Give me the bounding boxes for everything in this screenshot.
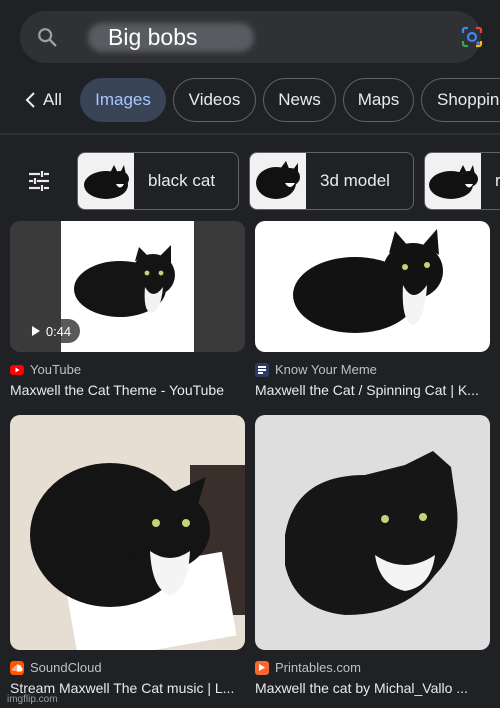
cat-image	[30, 463, 245, 650]
chip-label: black cat	[148, 171, 216, 190]
result-title[interactable]: Maxwell the Cat Theme - YouTube	[10, 382, 224, 398]
chip-thumbnail	[425, 153, 481, 209]
result-source[interactable]: YouTube	[10, 362, 81, 377]
tab-label: Maps	[357, 90, 400, 109]
chip-black-cat[interactable]: black cat	[77, 152, 239, 210]
tab-shopping[interactable]: Shoppin	[421, 78, 500, 122]
result-title[interactable]: Maxwell the cat by Michal_Vallo ...	[255, 680, 468, 696]
tab-news[interactable]: News	[263, 78, 336, 122]
know-your-meme-icon	[255, 362, 269, 377]
cat-image	[74, 245, 175, 317]
tab-label: All	[43, 90, 62, 109]
tab-label: Images	[95, 90, 151, 109]
result-image-know-your-meme[interactable]	[255, 221, 490, 352]
chip-more[interactable]: r	[424, 152, 500, 210]
printables-icon	[255, 660, 269, 675]
result-image-printables[interactable]	[255, 415, 490, 650]
cat-image	[285, 451, 458, 615]
search-query[interactable]: Big bobs	[108, 24, 198, 51]
source-name: SoundCloud	[30, 660, 102, 675]
tab-label: Videos	[188, 90, 241, 109]
result-image-youtube[interactable]: 0:44	[10, 221, 245, 352]
chip-thumbnail	[78, 153, 134, 209]
watermark: imgflip.com	[7, 694, 58, 705]
result-source[interactable]: Know Your Meme	[255, 362, 377, 377]
result-source[interactable]: Printables.com	[255, 660, 361, 675]
video-duration-badge: 0:44	[22, 319, 80, 343]
chip-3d-model[interactable]: 3d model	[249, 152, 414, 210]
result-source[interactable]: SoundCloud	[10, 660, 102, 675]
soundcloud-icon	[10, 660, 24, 675]
tab-all[interactable]: All	[18, 78, 68, 122]
tab-images[interactable]: Images	[80, 78, 166, 122]
chip-label: r	[481, 171, 500, 191]
tab-label: News	[278, 90, 321, 109]
result-title[interactable]: Maxwell the Cat / Spinning Cat | K...	[255, 382, 479, 398]
search-icon[interactable]	[36, 26, 58, 48]
search-tabs: All Images Videos News Maps Shoppin	[0, 78, 500, 122]
tab-label: Shoppin	[437, 90, 500, 109]
divider	[0, 133, 500, 135]
tune-icon[interactable]	[27, 169, 51, 193]
source-name: Printables.com	[275, 660, 361, 675]
chevron-left-icon	[25, 92, 35, 108]
google-lens-icon[interactable]	[460, 25, 484, 49]
source-name: YouTube	[30, 362, 82, 377]
chip-thumbnail	[250, 153, 306, 209]
search-bar[interactable]: Big bobs	[20, 11, 484, 63]
source-name: Know Your Meme	[275, 362, 377, 377]
youtube-icon	[10, 364, 24, 375]
tab-videos[interactable]: Videos	[173, 78, 256, 122]
duration-text: 0:44	[45, 323, 72, 339]
play-icon	[31, 326, 40, 336]
cat-image	[293, 229, 443, 333]
chip-label: 3d model	[320, 171, 390, 190]
result-image-soundcloud[interactable]	[10, 415, 245, 650]
tab-maps[interactable]: Maps	[343, 78, 414, 122]
